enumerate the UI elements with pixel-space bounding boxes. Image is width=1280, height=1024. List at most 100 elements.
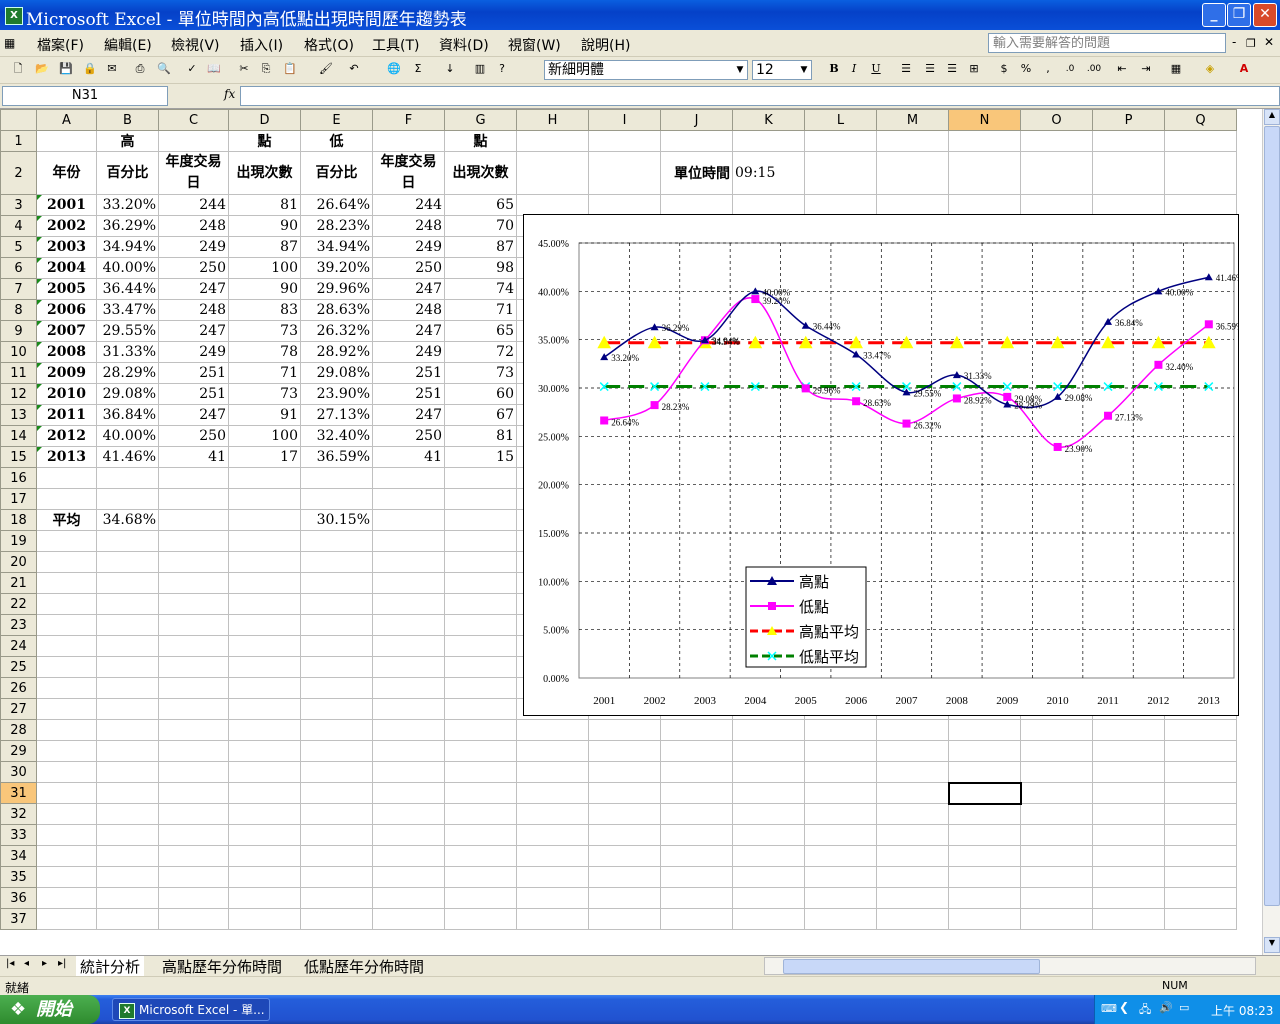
cell-B4[interactable]: 36.29% [96, 215, 159, 237]
cell-E18[interactable]: 30.15% [300, 509, 373, 531]
cell-C14[interactable]: 250 [158, 425, 229, 447]
name-box[interactable]: N31 [2, 86, 168, 106]
cell-A19[interactable] [36, 530, 97, 552]
cell-N33[interactable] [948, 824, 1021, 846]
cell-H3[interactable] [516, 194, 589, 216]
font-size-select[interactable]: 12 ▼ [752, 60, 812, 80]
cell-A29[interactable] [36, 740, 97, 762]
cell-M36[interactable] [876, 887, 949, 909]
cell-J30[interactable] [660, 761, 733, 783]
cell-D5[interactable]: 87 [228, 236, 301, 258]
cell-F18[interactable] [372, 509, 445, 531]
fill-color-icon[interactable]: ◈ [1202, 61, 1218, 77]
underline-icon[interactable]: U [868, 61, 884, 77]
cell-Q35[interactable] [1164, 866, 1237, 888]
cell-E11[interactable]: 29.08% [300, 362, 373, 384]
cell-D29[interactable] [228, 740, 301, 762]
cell-F10[interactable]: 249 [372, 341, 445, 363]
menu-file[interactable]: 檔案(F) [37, 35, 84, 55]
merge-center-icon[interactable]: ⊞ [966, 61, 982, 77]
active-cell-N31[interactable] [947, 781, 1022, 805]
cell-A8[interactable]: 2006 [36, 299, 97, 321]
cell-K37[interactable] [732, 908, 805, 930]
cell-B25[interactable] [96, 656, 159, 678]
cell-G23[interactable] [444, 614, 517, 636]
cell-C5[interactable]: 249 [158, 236, 229, 258]
cell-B26[interactable] [96, 677, 159, 699]
start-button[interactable]: ❖ 開始 [0, 995, 100, 1024]
cell-F4[interactable]: 248 [372, 215, 445, 237]
row-header-20[interactable]: 20 [0, 551, 37, 573]
cell-G35[interactable] [444, 866, 517, 888]
cell-P28[interactable] [1092, 719, 1165, 741]
cell-G11[interactable]: 73 [444, 362, 517, 384]
cell-J35[interactable] [660, 866, 733, 888]
cell-G6[interactable]: 98 [444, 257, 517, 279]
spelling-icon[interactable]: ✓ [184, 61, 200, 77]
cell-A35[interactable] [36, 866, 97, 888]
row-header-22[interactable]: 22 [0, 593, 37, 615]
cell-F7[interactable]: 247 [372, 278, 445, 300]
cell-F16[interactable] [372, 467, 445, 489]
cell-A21[interactable] [36, 572, 97, 594]
align-left-icon[interactable]: ☰ [898, 61, 914, 77]
print-icon[interactable]: ⎙ [132, 61, 148, 77]
cell-F2[interactable]: 年度交易日 [372, 151, 445, 195]
cell-F37[interactable] [372, 908, 445, 930]
insert-function-icon[interactable]: fx [224, 87, 235, 101]
formula-input[interactable] [240, 86, 1280, 106]
cell-N30[interactable] [948, 761, 1021, 783]
cell-B22[interactable] [96, 593, 159, 615]
cell-D9[interactable]: 73 [228, 320, 301, 342]
cell-A32[interactable] [36, 803, 97, 825]
cell-H28[interactable] [516, 719, 589, 741]
row-header-6[interactable]: 6 [0, 257, 37, 279]
cell-O28[interactable] [1020, 719, 1093, 741]
cell-D24[interactable] [228, 635, 301, 657]
cell-I37[interactable] [588, 908, 661, 930]
cell-B36[interactable] [96, 887, 159, 909]
row-header-10[interactable]: 10 [0, 341, 37, 363]
cell-C19[interactable] [158, 530, 229, 552]
cell-A26[interactable] [36, 677, 97, 699]
cell-C10[interactable]: 249 [158, 341, 229, 363]
cell-F26[interactable] [372, 677, 445, 699]
row-header-15[interactable]: 15 [0, 446, 37, 468]
tray-expand-icon[interactable]: ❮ [1119, 1000, 1129, 1014]
cell-I29[interactable] [588, 740, 661, 762]
cell-K36[interactable] [732, 887, 805, 909]
cell-N2[interactable] [948, 151, 1021, 195]
cell-D19[interactable] [228, 530, 301, 552]
cell-L36[interactable] [804, 887, 877, 909]
cell-Q32[interactable] [1164, 803, 1237, 825]
cell-Q3[interactable] [1164, 194, 1237, 216]
row-header-3[interactable]: 3 [0, 194, 37, 216]
cell-F13[interactable]: 247 [372, 404, 445, 426]
cell-D4[interactable]: 90 [228, 215, 301, 237]
chart-wizard-icon[interactable]: ▥ [472, 61, 488, 77]
cell-G18[interactable] [444, 509, 517, 531]
cell-N35[interactable] [948, 866, 1021, 888]
cell-L37[interactable] [804, 908, 877, 930]
cell-F11[interactable]: 251 [372, 362, 445, 384]
cell-E5[interactable]: 34.94% [300, 236, 373, 258]
cell-B6[interactable]: 40.00% [96, 257, 159, 279]
cell-Q34[interactable] [1164, 845, 1237, 867]
cell-F3[interactable]: 244 [372, 194, 445, 216]
cell-E26[interactable] [300, 677, 373, 699]
cell-F9[interactable]: 247 [372, 320, 445, 342]
cell-J34[interactable] [660, 845, 733, 867]
cell-C18[interactable] [158, 509, 229, 531]
cell-G9[interactable]: 65 [444, 320, 517, 342]
cell-E4[interactable]: 28.23% [300, 215, 373, 237]
cell-M37[interactable] [876, 908, 949, 930]
cell-L28[interactable] [804, 719, 877, 741]
cell-D13[interactable]: 91 [228, 404, 301, 426]
cell-O1[interactable] [1020, 130, 1093, 152]
cell-D2[interactable]: 出現次數 [228, 151, 301, 195]
cell-O32[interactable] [1020, 803, 1093, 825]
menu-window[interactable]: 視窗(W) [508, 35, 561, 55]
row-header-11[interactable]: 11 [0, 362, 37, 384]
comma-icon[interactable]: , [1040, 61, 1056, 77]
column-header-C[interactable]: C [158, 109, 229, 131]
